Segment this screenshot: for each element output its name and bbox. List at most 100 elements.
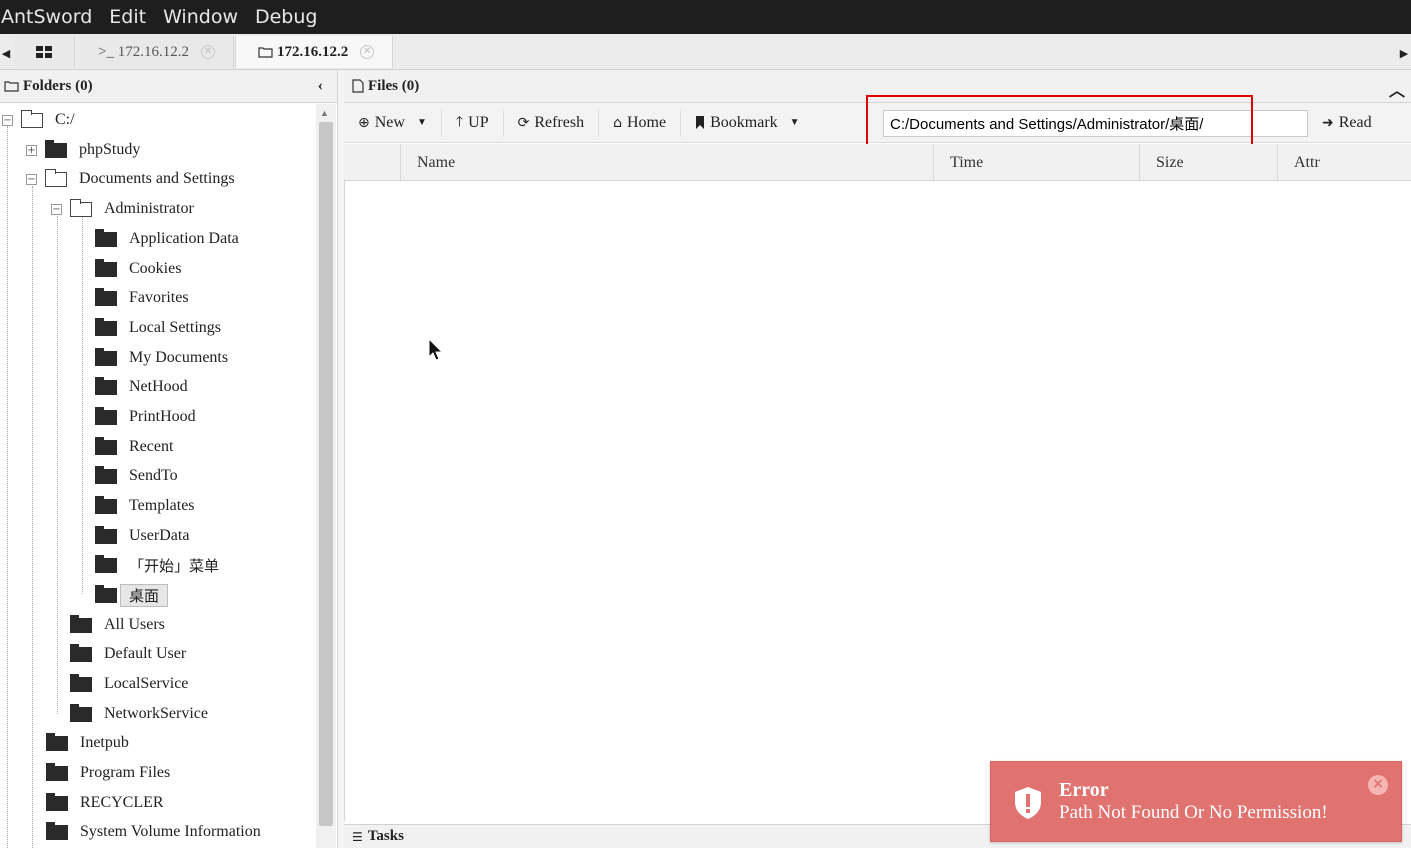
file-grid-body[interactable] (344, 181, 1411, 821)
menu-window[interactable]: Window (163, 6, 247, 28)
collapse-up-icon[interactable]: ︿ (1389, 77, 1405, 101)
tab-terminal[interactable]: >_ 172.16.12.2 ✕ (76, 36, 234, 68)
collapse-left-icon[interactable]: ‹ (318, 77, 323, 95)
tree-node[interactable]: System Volume Information (46, 818, 261, 846)
tab-home[interactable] (14, 36, 75, 68)
tab-filemanager-label: 172.16.12.2 (277, 43, 349, 60)
refresh-label: Refresh (534, 113, 585, 131)
toast-message: Path Not Found Or No Permission! (1059, 802, 1328, 823)
collapse-icon[interactable]: − (2, 114, 13, 126)
tasks-label: Tasks (367, 828, 404, 844)
folder-tree: − C:/ + phpStudy − Documents and Setting… (0, 104, 316, 848)
column-header-time[interactable]: Time (933, 144, 1139, 181)
folder-icon (95, 376, 117, 395)
tree-label: PrintHood (129, 408, 196, 425)
tree-guide (7, 126, 8, 848)
scroll-up-icon[interactable]: ▲ (320, 108, 329, 118)
tree-label: Recent (129, 438, 174, 455)
refresh-button[interactable]: ⟳ Refresh (504, 108, 600, 137)
collapse-icon[interactable]: − (51, 203, 62, 215)
grid-icon (36, 46, 52, 58)
arrow-right-icon: ➜ (1322, 115, 1334, 131)
home-button[interactable]: ⌂ Home (599, 108, 682, 137)
folder-open-icon (70, 198, 92, 217)
tree-node[interactable]: LocalService (70, 670, 188, 698)
tree-node[interactable]: RECYCLER (46, 789, 164, 817)
caret-down-icon: ▼ (416, 117, 427, 128)
tree-node[interactable]: Favorites (95, 284, 189, 312)
folder-icon (46, 762, 68, 781)
tree-node[interactable]: Inetpub (46, 729, 129, 757)
tree-node[interactable]: SendTo (95, 462, 178, 490)
tree-label: Favorites (129, 289, 189, 306)
file-icon (352, 79, 364, 93)
expand-icon[interactable]: + (26, 144, 37, 156)
tab-filemanager[interactable]: 172.16.12.2 ✕ (235, 36, 393, 68)
folder-icon (95, 228, 117, 247)
scrollbar-thumb[interactable] (319, 122, 333, 826)
tree-node[interactable]: My Documents (95, 344, 228, 372)
tree-label: phpStudy (79, 141, 141, 158)
tree-node[interactable]: All Users (70, 611, 165, 639)
file-grid-header: Name Time Size Attr (344, 144, 1411, 181)
tree-node[interactable]: UserData (95, 522, 189, 550)
tree-node[interactable]: Program Files (46, 759, 170, 787)
column-header-name[interactable]: Name (400, 144, 933, 181)
tree-label: All Users (104, 616, 165, 633)
collapse-icon[interactable]: − (26, 173, 37, 185)
files-title: Files (0) (368, 77, 420, 94)
new-button[interactable]: ⊕ New ▼ (344, 108, 442, 137)
tree-label: SendTo (129, 467, 178, 484)
tree-node[interactable]: − Administrator (51, 195, 194, 223)
files-toolbar: ⊕ New ▼ 🡑 UP ⟳ Refresh ⌂ Home Bookmark ▼… (344, 95, 1411, 154)
tree-node[interactable]: 「开始」菜单 (95, 551, 219, 579)
menu-edit[interactable]: Edit (109, 6, 155, 28)
tree-node[interactable]: Application Data (95, 225, 239, 253)
close-icon[interactable]: × (1368, 775, 1388, 795)
up-button[interactable]: 🡑 UP (442, 108, 504, 137)
tree-node[interactable]: Cookies (95, 255, 181, 283)
tree-label: NetworkService (104, 705, 208, 722)
bookmark-icon (696, 116, 705, 129)
folder-tree-scrollbar[interactable]: ▲ (316, 104, 336, 848)
column-header-attr[interactable]: Attr (1277, 144, 1411, 181)
tab-scroll-right-icon[interactable]: ▶ (1398, 40, 1410, 66)
error-toast: Error Path Not Found Or No Permission! × (990, 761, 1402, 842)
folder-icon (95, 317, 117, 336)
tree-node-root[interactable]: − C:/ (2, 106, 75, 134)
tree-node[interactable]: Recent (95, 433, 173, 461)
close-icon[interactable]: ✕ (200, 45, 215, 59)
tree-node[interactable]: + phpStudy (26, 136, 140, 164)
tree-node[interactable]: − Documents and Settings (26, 165, 235, 193)
tree-label: Application Data (129, 230, 239, 247)
tree-node-selected[interactable]: 桌面 (95, 581, 169, 609)
tree-label: RECYCLER (80, 794, 164, 811)
read-button[interactable]: ➜ Read (1322, 109, 1372, 137)
menu-antsword[interactable]: AntSword (0, 6, 101, 28)
tree-label: System Volume Information (80, 823, 261, 840)
refresh-icon: ⟳ (517, 114, 530, 131)
tree-node[interactable]: NetHood (95, 373, 188, 401)
tree-node[interactable]: NetworkService (70, 700, 208, 728)
tree-node[interactable]: Templates (95, 492, 195, 520)
tree-label: Local Settings (129, 319, 221, 336)
tab-bar: ◀ >_ 172.16.12.2 ✕ 172.16.12.2 ✕ ▶ (0, 34, 1411, 70)
folder-open-icon (21, 109, 43, 128)
tree-node[interactable]: Local Settings (95, 314, 221, 342)
tree-node[interactable]: PrintHood (95, 403, 196, 431)
folder-icon (45, 139, 67, 158)
close-icon[interactable]: ✕ (360, 45, 375, 59)
menu-debug[interactable]: Debug (255, 6, 326, 28)
column-header-select[interactable] (344, 144, 400, 181)
folder-icon (46, 821, 68, 840)
home-icon: ⌂ (613, 114, 622, 131)
path-input[interactable] (883, 110, 1308, 137)
tree-node[interactable]: Default User (70, 640, 186, 668)
bookmark-button[interactable]: Bookmark ▼ (681, 109, 813, 137)
tree-guide (57, 216, 58, 714)
folders-panel: Folders (0) ‹ − C:/ + phpStudy − Documen… (0, 70, 338, 848)
tab-scroll-left-icon[interactable]: ◀ (0, 40, 12, 66)
column-header-size[interactable]: Size (1139, 144, 1277, 181)
mouse-cursor-icon (428, 338, 444, 361)
folder-icon (95, 584, 117, 603)
